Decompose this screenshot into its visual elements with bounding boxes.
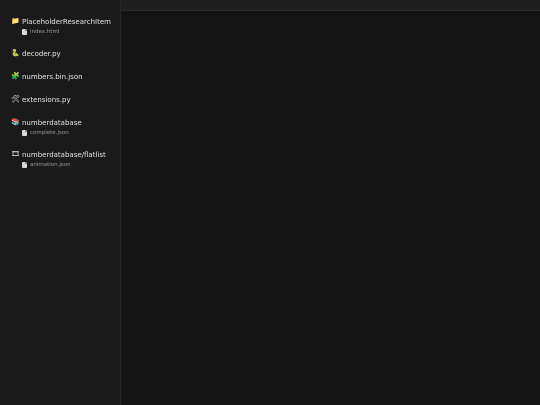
file-item-index-html[interactable]: index.html — [11, 27, 120, 36]
sidebar-item-label: decoder.py — [22, 49, 61, 58]
file-item-animation-json[interactable]: animation.json — [11, 160, 120, 169]
sidebar-item-label: numbers.bin.json — [22, 72, 83, 81]
tools-icon: 🛠 — [11, 95, 20, 103]
sidebar-item-label: PlaceholderResearchItem — [22, 17, 111, 26]
sidebar-item-numberdatabase[interactable]: 📚 numberdatabase complete.json — [0, 117, 120, 137]
main-content-area — [121, 0, 540, 405]
python-icon: 🐍 — [11, 49, 20, 57]
sidebar-item-label: numberdatabase/flatlist — [22, 150, 106, 159]
sidebar-item-numberdatabase-flatlist[interactable]: 🎞 numberdatabase/flatlist animation.json — [0, 149, 120, 169]
file-item-label: complete.json — [30, 129, 69, 136]
folder-icon: 📁 — [11, 17, 20, 25]
file-item-label: index.html — [30, 28, 60, 35]
file-sidebar: 📁 PlaceholderResearchItem index.html 🐍 d… — [0, 0, 121, 405]
film-icon: 🎞 — [11, 150, 20, 158]
document-icon — [22, 28, 27, 35]
document-icon — [22, 129, 27, 136]
sidebar-item-numbers-bin-json[interactable]: 🧩 numbers.bin.json — [0, 71, 120, 82]
top-bar — [121, 0, 540, 11]
puzzle-icon: 🧩 — [11, 72, 20, 80]
sidebar-item-label: extensions.py — [22, 95, 71, 104]
sidebar-item-label: numberdatabase — [22, 118, 82, 127]
document-icon — [22, 161, 27, 168]
sidebar-item-extensions-py[interactable]: 🛠 extensions.py — [0, 94, 120, 105]
sidebar-item-decoder-py[interactable]: 🐍 decoder.py — [0, 48, 120, 59]
file-item-complete-json[interactable]: complete.json — [11, 128, 120, 137]
file-item-label: animation.json — [30, 161, 71, 168]
sidebar-item-placeholderresearchitem[interactable]: 📁 PlaceholderResearchItem index.html — [0, 16, 120, 36]
app-window: 📁 PlaceholderResearchItem index.html 🐍 d… — [0, 0, 540, 405]
books-icon: 📚 — [11, 118, 20, 126]
